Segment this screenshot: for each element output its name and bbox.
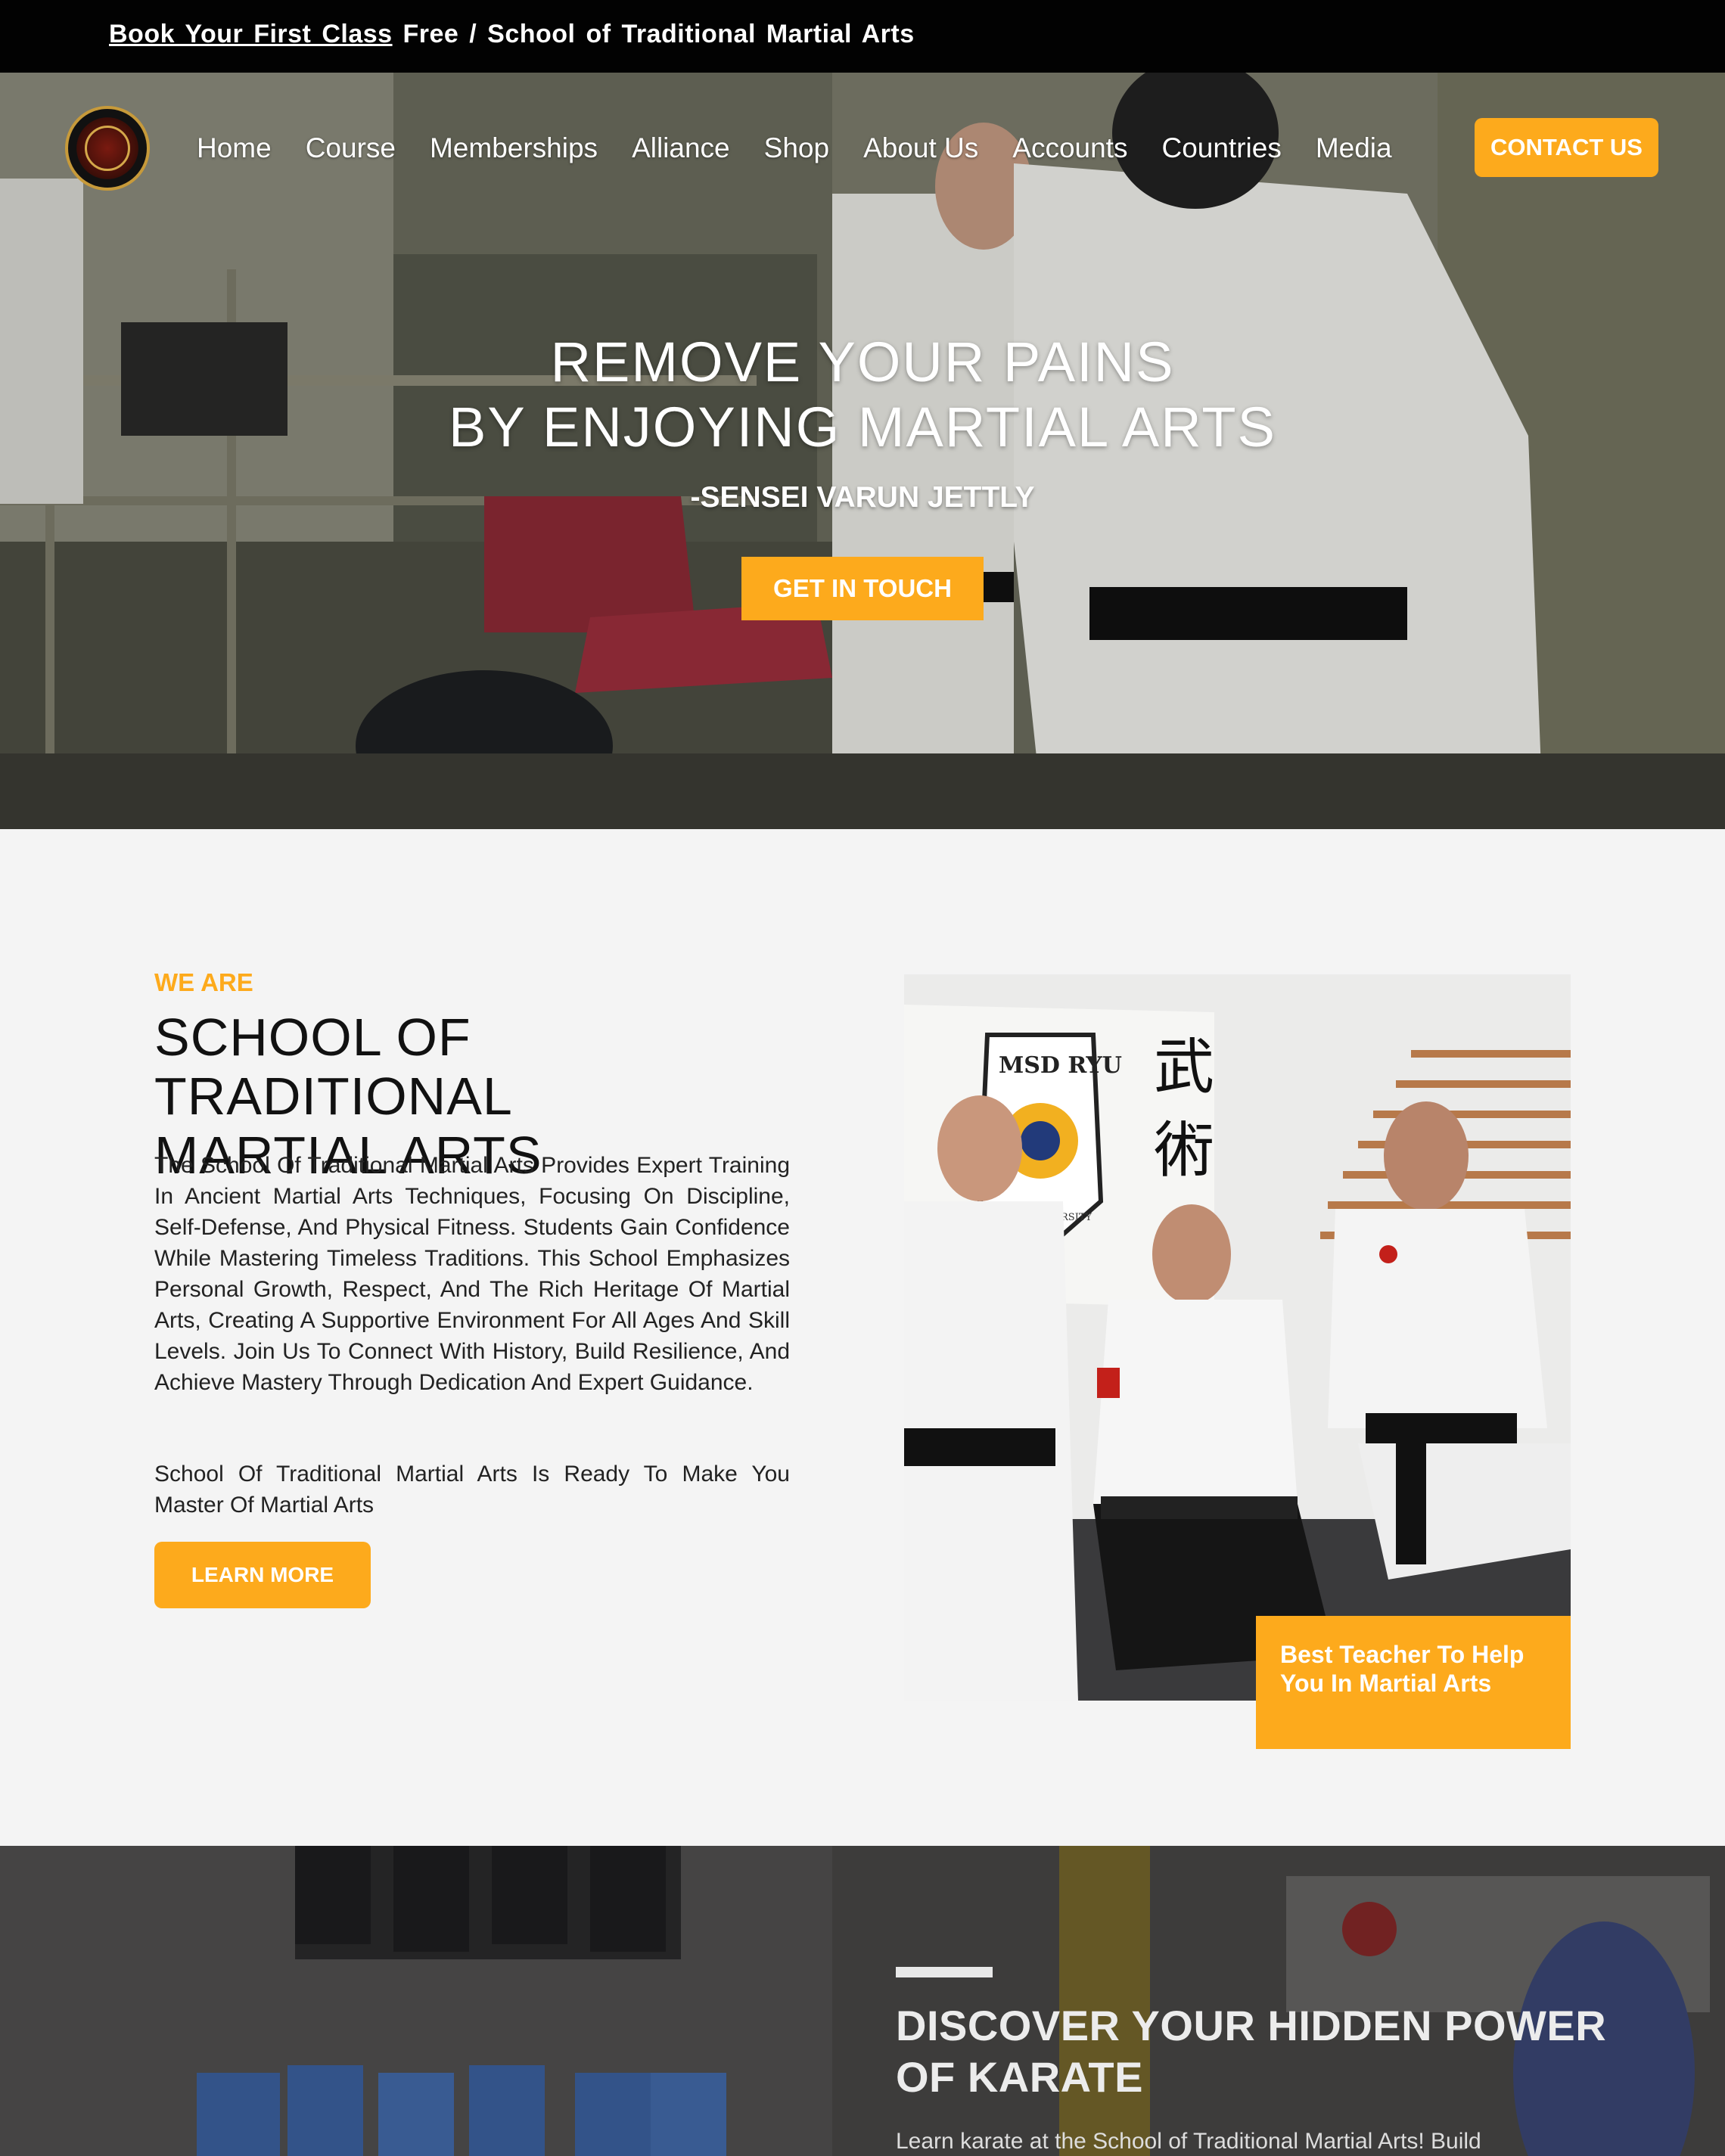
photo-caption: Best Teacher To Help You In Martial Arts (1256, 1616, 1571, 1749)
about-title-line1: SCHOOL OF TRADITIONAL (154, 1008, 513, 1126)
learn-more-button[interactable]: LEARN MORE (154, 1542, 371, 1608)
svg-text:武: 武 (1154, 1032, 1214, 1102)
get-in-touch-button[interactable]: GET IN TOUCH (741, 557, 984, 620)
about-tagline: School Of Traditional Martial Arts Is Re… (154, 1462, 790, 1518)
hero-subtitle: -SENSEI VARUN JETTLY (690, 481, 1035, 514)
nav-item-media[interactable]: Media (1316, 132, 1392, 164)
book-first-class-link[interactable]: Book Your First Class (109, 20, 393, 48)
power-title: DISCOVER YOUR HIDDEN POWER OF KARATE (896, 2000, 1652, 2103)
dojo-emblem-icon[interactable] (65, 106, 150, 191)
photo-banner-text: MSD RYU (999, 1052, 1122, 1079)
power-description: Learn karate at the School of Traditiona… (896, 2129, 1481, 2154)
section-accent-bar (896, 1967, 993, 1977)
nav-item-alliance[interactable]: Alliance (632, 132, 730, 164)
announcement-rest: Free / School of Traditional Martial Art… (392, 20, 915, 48)
about-eyebrow: WE ARE (154, 968, 253, 996)
svg-text:術: 術 (1154, 1115, 1214, 1185)
nav-item-shop[interactable]: Shop (764, 132, 829, 164)
about-description: The School Of Traditional Martial Arts P… (154, 1153, 790, 1395)
nav-item-course[interactable]: Course (306, 132, 396, 164)
hero-section: Home Course Memberships Alliance Shop Ab… (0, 73, 1725, 829)
announcement-text: Book Your First Class Free / School of T… (109, 20, 915, 49)
power-title-line2: OF KARATE (896, 2053, 1143, 2101)
nav-item-home[interactable]: Home (197, 132, 272, 164)
contact-us-button[interactable]: CONTACT US (1475, 118, 1658, 177)
instructors-photo-image: MSD RYU ARTS UNIVERSITY 武 術 (904, 974, 1571, 1701)
main-nav: Home Course Memberships Alliance Shop Ab… (197, 127, 1426, 169)
nav-item-about-us[interactable]: About Us (863, 132, 978, 164)
instructors-photo: MSD RYU ARTS UNIVERSITY 武 術 (904, 974, 1571, 1701)
announcement-bar: Book Your First Class Free / School of T… (0, 0, 1725, 73)
nav-item-memberships[interactable]: Memberships (430, 132, 598, 164)
nav-item-accounts[interactable]: Accounts (1012, 132, 1127, 164)
hero-title: REMOVE YOUR PAINS BY ENJOYING MARTIAL AR… (0, 330, 1725, 460)
about-section: WE ARE SCHOOL OF TRADITIONAL MARTIAL ART… (0, 829, 1725, 1846)
power-title-line1: DISCOVER YOUR HIDDEN POWER (896, 2002, 1607, 2049)
discover-power-section: DISCOVER YOUR HIDDEN POWER OF KARATE Lea… (0, 1846, 1725, 2156)
hero-title-line2: BY ENJOYING MARTIAL ARTS (449, 396, 1276, 458)
nav-item-countries[interactable]: Countries (1161, 132, 1281, 164)
hero-title-line1: REMOVE YOUR PAINS (550, 331, 1175, 393)
